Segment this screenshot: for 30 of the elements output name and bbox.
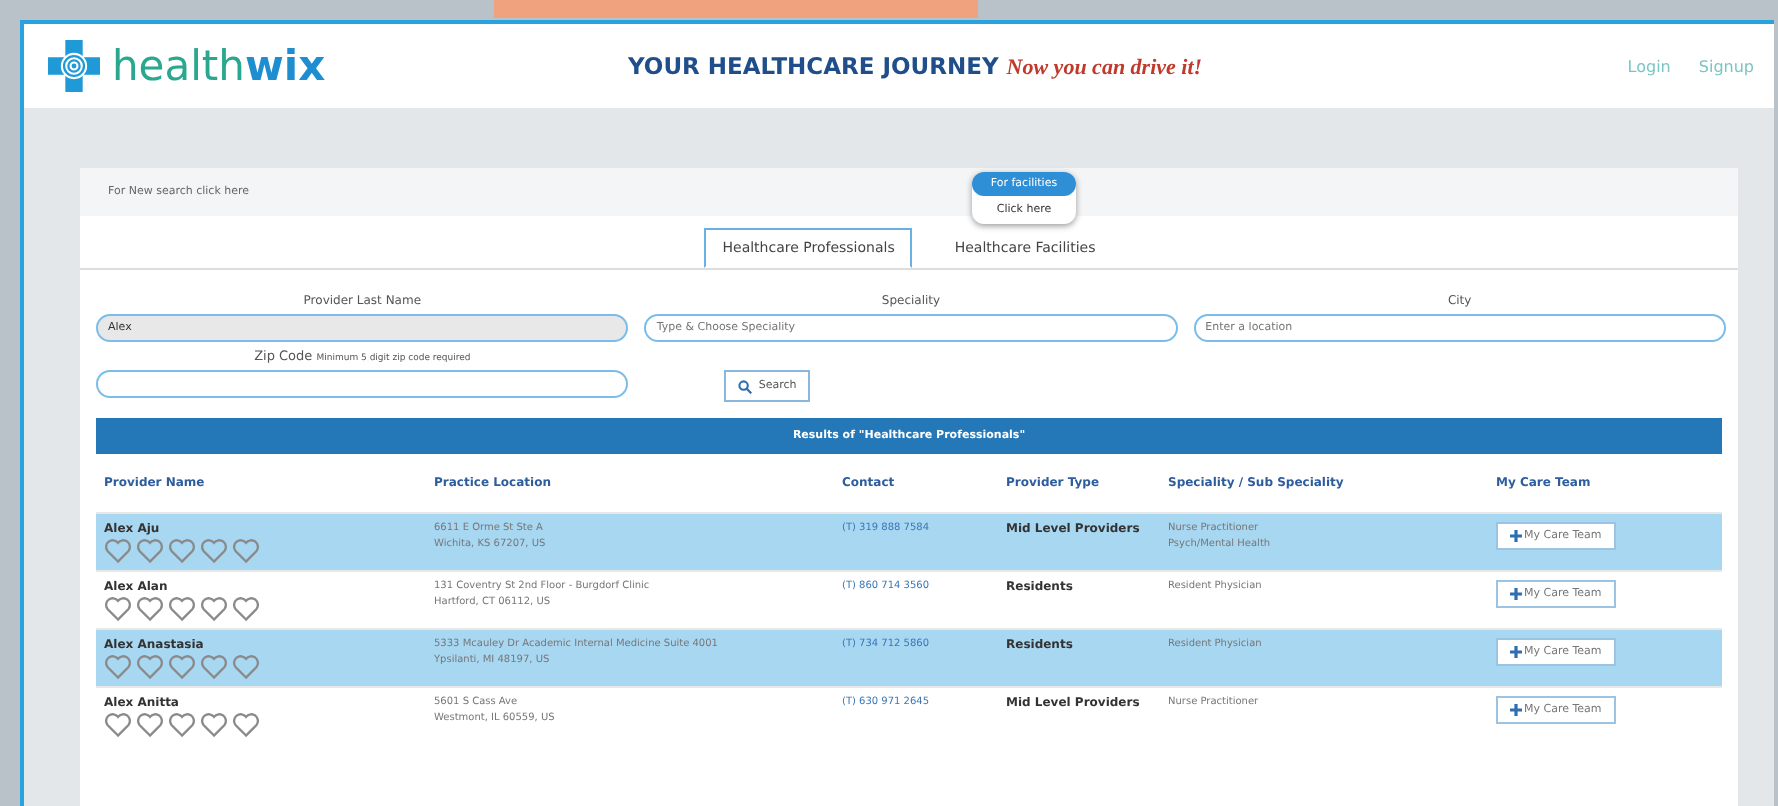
input-field[interactable] — [96, 370, 629, 398]
heart-icon[interactable] — [104, 538, 132, 564]
heart-icon[interactable] — [104, 654, 132, 680]
tagline: YOUR HEALTHCARE JOURNEY — [628, 52, 999, 80]
heart-icon[interactable] — [168, 596, 196, 622]
heart-icon[interactable] — [232, 654, 260, 680]
heart-icon[interactable] — [232, 712, 260, 738]
search-icon — [738, 379, 753, 393]
brand-name: healthwix — [112, 42, 326, 90]
plus-icon — [1510, 646, 1522, 658]
heart-icon[interactable] — [136, 538, 164, 564]
heart-icon[interactable] — [104, 712, 132, 738]
heart-icon[interactable] — [136, 654, 164, 680]
tagline-slogan: Now you can drive it! — [1006, 56, 1203, 80]
heart-icon[interactable] — [200, 538, 228, 564]
heart-icon[interactable] — [168, 712, 196, 738]
cross-logo-icon — [48, 40, 100, 92]
heart-icon[interactable] — [136, 596, 164, 622]
heart-icon[interactable] — [168, 654, 196, 680]
heart-icon[interactable] — [104, 596, 132, 622]
heart-icon[interactable] — [232, 538, 260, 564]
heart-icon[interactable] — [232, 596, 260, 622]
plus-icon — [1510, 530, 1522, 542]
plus-icon — [1510, 704, 1522, 716]
heart-icon[interactable] — [200, 654, 228, 680]
plus-icon — [1510, 588, 1522, 600]
heart-icon[interactable] — [200, 712, 228, 738]
heart-icon[interactable] — [200, 596, 228, 622]
heart-icon[interactable] — [168, 538, 196, 564]
heart-icon[interactable] — [136, 712, 164, 738]
